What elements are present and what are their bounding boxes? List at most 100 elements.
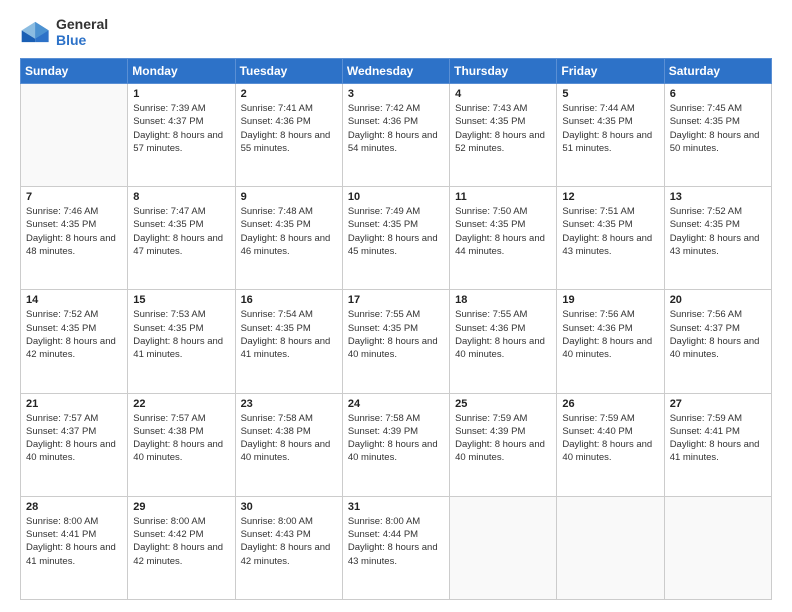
day-detail: Sunrise: 7:56 AMSunset: 4:37 PMDaylight:…	[670, 308, 766, 361]
day-detail: Sunrise: 7:55 AMSunset: 4:36 PMDaylight:…	[455, 308, 551, 361]
day-detail: Sunrise: 7:42 AMSunset: 4:36 PMDaylight:…	[348, 102, 444, 155]
calendar-cell: 16 Sunrise: 7:54 AMSunset: 4:35 PMDayligh…	[235, 290, 342, 393]
calendar-cell: 11 Sunrise: 7:50 AMSunset: 4:35 PMDayligh…	[450, 187, 557, 290]
calendar-cell: 17 Sunrise: 7:55 AMSunset: 4:35 PMDayligh…	[342, 290, 449, 393]
calendar-table: SundayMondayTuesdayWednesdayThursdayFrid…	[20, 58, 772, 600]
day-number: 14	[26, 294, 122, 306]
day-number: 7	[26, 191, 122, 203]
day-number: 12	[562, 191, 658, 203]
day-detail: Sunrise: 7:50 AMSunset: 4:35 PMDaylight:…	[455, 205, 551, 258]
day-number: 9	[241, 191, 337, 203]
day-number: 1	[133, 88, 229, 100]
calendar-cell: 20 Sunrise: 7:56 AMSunset: 4:37 PMDayligh…	[664, 290, 771, 393]
day-number: 4	[455, 88, 551, 100]
calendar-cell: 8Sunrise: 7:47 AMSunset: 4:35 PMDaylight…	[128, 187, 235, 290]
week-row-4: 28Sunrise: 8:00 AMSunset: 4:41 PMDayligh…	[21, 496, 772, 599]
day-detail: Sunrise: 8:00 AMSunset: 4:43 PMDaylight:…	[241, 515, 337, 568]
day-detail: Sunrise: 7:43 AMSunset: 4:35 PMDaylight:…	[455, 102, 551, 155]
day-number: 19	[562, 294, 658, 306]
day-detail: Sunrise: 7:59 AMSunset: 4:41 PMDaylight:…	[670, 412, 766, 465]
day-detail: Sunrise: 7:52 AMSunset: 4:35 PMDaylight:…	[670, 205, 766, 258]
calendar-cell: 21Sunrise: 7:57 AMSunset: 4:37 PMDayligh…	[21, 393, 128, 496]
day-detail: Sunrise: 7:55 AMSunset: 4:35 PMDaylight:…	[348, 308, 444, 361]
weekday-header-tuesday: Tuesday	[235, 59, 342, 84]
day-number: 18	[455, 294, 551, 306]
logo-icon	[20, 18, 52, 46]
calendar-cell: 15Sunrise: 7:53 AMSunset: 4:35 PMDayligh…	[128, 290, 235, 393]
calendar-cell: 18 Sunrise: 7:55 AMSunset: 4:36 PMDayligh…	[450, 290, 557, 393]
day-detail: Sunrise: 7:59 AMSunset: 4:40 PMDaylight:…	[562, 412, 658, 465]
calendar-cell: 9 Sunrise: 7:48 AMSunset: 4:35 PMDaylight…	[235, 187, 342, 290]
calendar-cell	[21, 84, 128, 187]
calendar-cell: 26 Sunrise: 7:59 AMSunset: 4:40 PMDayligh…	[557, 393, 664, 496]
day-number: 3	[348, 88, 444, 100]
day-detail: Sunrise: 8:00 AMSunset: 4:42 PMDaylight:…	[133, 515, 229, 568]
calendar-cell: 6 Sunrise: 7:45 AMSunset: 4:35 PMDaylight…	[664, 84, 771, 187]
day-detail: Sunrise: 7:58 AMSunset: 4:39 PMDaylight:…	[348, 412, 444, 465]
day-number: 8	[133, 191, 229, 203]
week-row-2: 14 Sunrise: 7:52 AMSunset: 4:35 PMDayligh…	[21, 290, 772, 393]
day-detail: Sunrise: 7:52 AMSunset: 4:35 PMDaylight:…	[26, 308, 122, 361]
calendar-cell: 13 Sunrise: 7:52 AMSunset: 4:35 PMDayligh…	[664, 187, 771, 290]
day-detail: Sunrise: 7:45 AMSunset: 4:35 PMDaylight:…	[670, 102, 766, 155]
weekday-header-wednesday: Wednesday	[342, 59, 449, 84]
weekday-header-saturday: Saturday	[664, 59, 771, 84]
day-number: 25	[455, 398, 551, 410]
calendar-cell: 7 Sunrise: 7:46 AMSunset: 4:35 PMDaylight…	[21, 187, 128, 290]
calendar-cell: 27 Sunrise: 7:59 AMSunset: 4:41 PMDayligh…	[664, 393, 771, 496]
day-number: 29	[133, 501, 229, 513]
day-number: 6	[670, 88, 766, 100]
day-detail: Sunrise: 7:46 AMSunset: 4:35 PMDaylight:…	[26, 205, 122, 258]
calendar-cell: 3 Sunrise: 7:42 AMSunset: 4:36 PMDaylight…	[342, 84, 449, 187]
day-detail: Sunrise: 7:41 AMSunset: 4:36 PMDaylight:…	[241, 102, 337, 155]
week-row-3: 21Sunrise: 7:57 AMSunset: 4:37 PMDayligh…	[21, 393, 772, 496]
calendar-cell: 14 Sunrise: 7:52 AMSunset: 4:35 PMDayligh…	[21, 290, 128, 393]
logo-text: General Blue	[56, 16, 108, 48]
calendar-cell	[664, 496, 771, 599]
calendar-cell	[557, 496, 664, 599]
header: General Blue	[20, 16, 772, 48]
day-number: 10	[348, 191, 444, 203]
weekday-header-row: SundayMondayTuesdayWednesdayThursdayFrid…	[21, 59, 772, 84]
calendar-cell: 2 Sunrise: 7:41 AMSunset: 4:36 PMDaylight…	[235, 84, 342, 187]
calendar-cell: 4 Sunrise: 7:43 AMSunset: 4:35 PMDaylight…	[450, 84, 557, 187]
day-detail: Sunrise: 7:58 AMSunset: 4:38 PMDaylight:…	[241, 412, 337, 465]
logo: General Blue	[20, 16, 108, 48]
calendar-cell: 10 Sunrise: 7:49 AMSunset: 4:35 PMDayligh…	[342, 187, 449, 290]
day-number: 30	[241, 501, 337, 513]
day-number: 15	[133, 294, 229, 306]
week-row-0: 1Sunrise: 7:39 AMSunset: 4:37 PMDaylight…	[21, 84, 772, 187]
calendar-cell: 19Sunrise: 7:56 AMSunset: 4:36 PMDayligh…	[557, 290, 664, 393]
day-number: 11	[455, 191, 551, 203]
day-number: 20	[670, 294, 766, 306]
day-detail: Sunrise: 8:00 AMSunset: 4:44 PMDaylight:…	[348, 515, 444, 568]
calendar-cell: 28Sunrise: 8:00 AMSunset: 4:41 PMDayligh…	[21, 496, 128, 599]
day-number: 16	[241, 294, 337, 306]
calendar-cell: 31Sunrise: 8:00 AMSunset: 4:44 PMDayligh…	[342, 496, 449, 599]
day-detail: Sunrise: 7:57 AMSunset: 4:38 PMDaylight:…	[133, 412, 229, 465]
day-detail: Sunrise: 7:49 AMSunset: 4:35 PMDaylight:…	[348, 205, 444, 258]
day-detail: Sunrise: 7:44 AMSunset: 4:35 PMDaylight:…	[562, 102, 658, 155]
day-number: 27	[670, 398, 766, 410]
day-number: 13	[670, 191, 766, 203]
weekday-header-sunday: Sunday	[21, 59, 128, 84]
calendar-cell: 12Sunrise: 7:51 AMSunset: 4:35 PMDayligh…	[557, 187, 664, 290]
calendar-cell: 22Sunrise: 7:57 AMSunset: 4:38 PMDayligh…	[128, 393, 235, 496]
day-detail: Sunrise: 7:54 AMSunset: 4:35 PMDaylight:…	[241, 308, 337, 361]
day-detail: Sunrise: 7:48 AMSunset: 4:35 PMDaylight:…	[241, 205, 337, 258]
day-number: 26	[562, 398, 658, 410]
weekday-header-friday: Friday	[557, 59, 664, 84]
day-number: 23	[241, 398, 337, 410]
calendar-cell: 24 Sunrise: 7:58 AMSunset: 4:39 PMDayligh…	[342, 393, 449, 496]
day-number: 17	[348, 294, 444, 306]
calendar-cell: 29 Sunrise: 8:00 AMSunset: 4:42 PMDayligh…	[128, 496, 235, 599]
calendar-cell: 25Sunrise: 7:59 AMSunset: 4:39 PMDayligh…	[450, 393, 557, 496]
calendar-cell	[450, 496, 557, 599]
weekday-header-thursday: Thursday	[450, 59, 557, 84]
page: General Blue SundayMondayTuesdayWednesda…	[0, 0, 792, 612]
day-detail: Sunrise: 8:00 AMSunset: 4:41 PMDaylight:…	[26, 515, 122, 568]
day-number: 2	[241, 88, 337, 100]
calendar-cell: 30 Sunrise: 8:00 AMSunset: 4:43 PMDayligh…	[235, 496, 342, 599]
day-number: 24	[348, 398, 444, 410]
day-number: 5	[562, 88, 658, 100]
